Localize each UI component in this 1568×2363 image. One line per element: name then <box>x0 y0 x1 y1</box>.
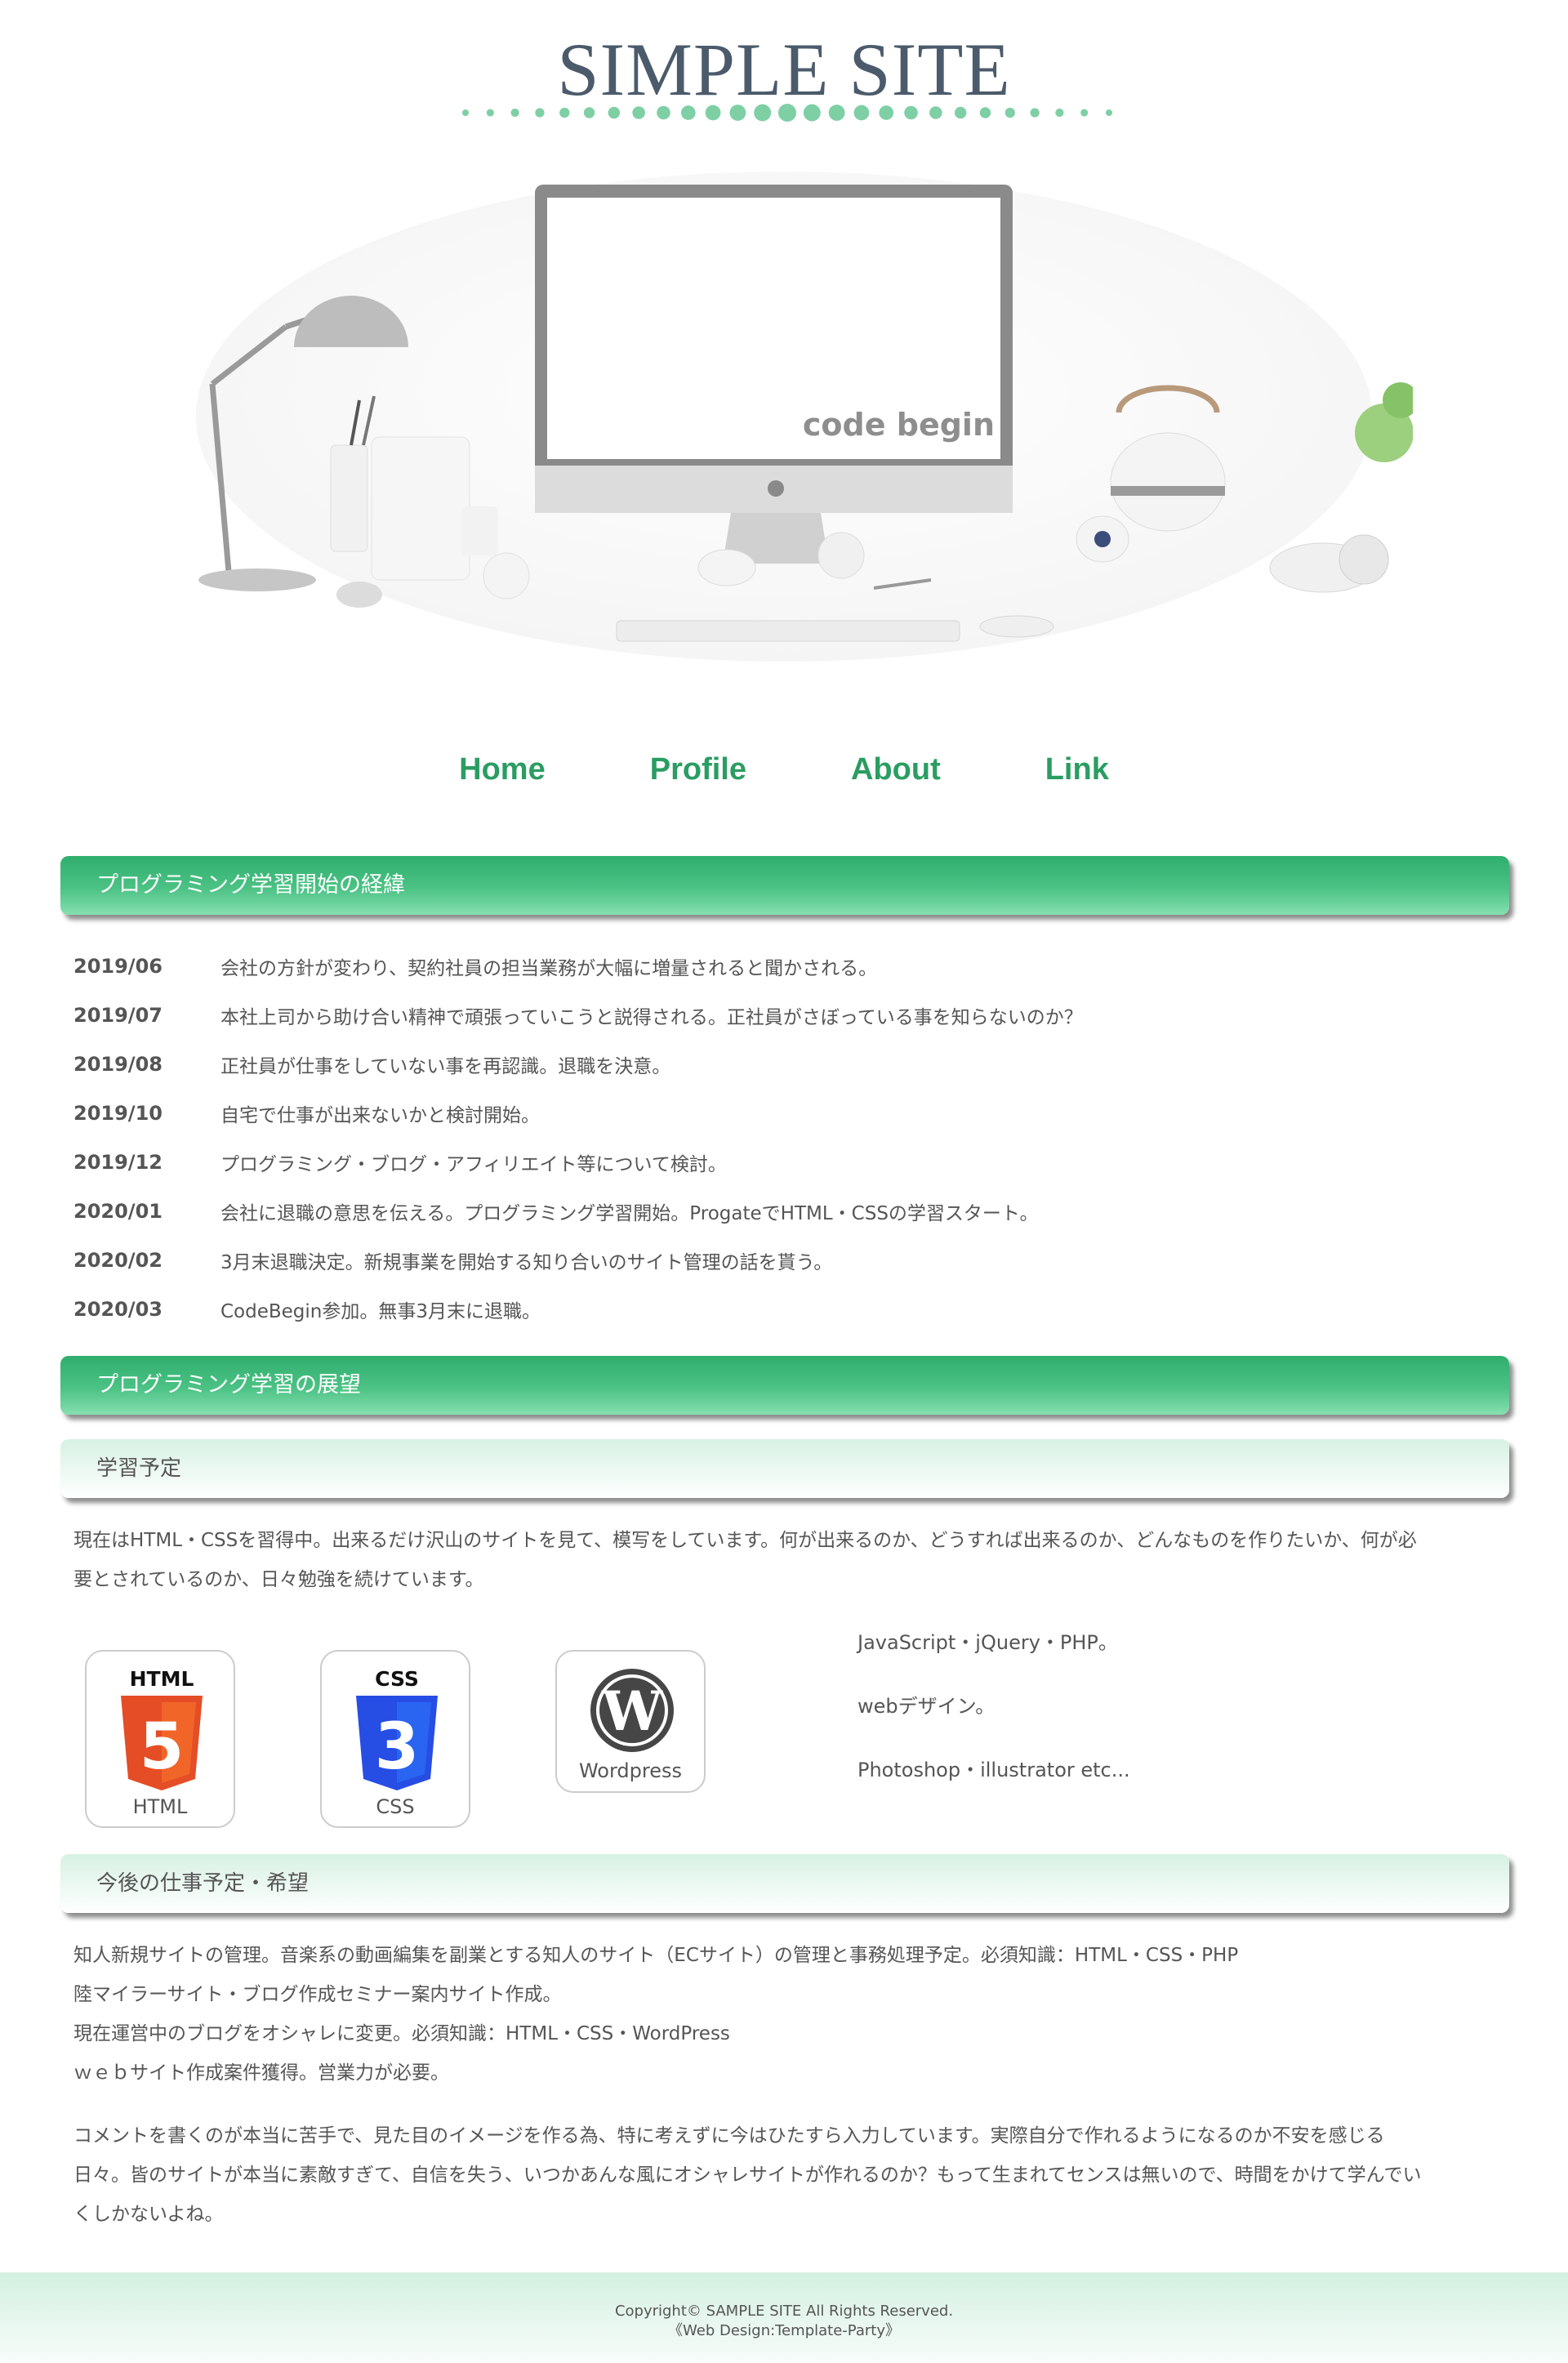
divider-dot <box>462 109 469 116</box>
site-footer: Copyright© SAMPLE SITE All Rights Reserv… <box>0 2272 1568 2363</box>
divider-dot <box>1004 107 1015 118</box>
outlook-section-heading: プログラミング学習の展望 <box>60 1356 1509 1415</box>
comment-line: くしかないよね。 <box>74 2204 224 2225</box>
title-dots-divider <box>462 104 1112 122</box>
hero-image: code begin <box>163 155 1413 678</box>
divider-dot <box>979 107 991 118</box>
divider-dot <box>705 105 721 121</box>
history-text: 本社上司から助け合い精神で頑張っていこうと説得される。正社員がさぼっている事を知… <box>220 1007 1083 1028</box>
work-plan-line: 現在運営中のブログをオシャレに変更。必須知識：HTML・CSS・WordPres… <box>74 2023 730 2044</box>
history-date: 2020/03 <box>74 1298 163 1321</box>
css-skill-card: CSS 3 CSS <box>320 1650 470 1828</box>
divider-dot <box>510 108 519 118</box>
divider-dot <box>608 106 621 119</box>
css-skill-label: CSS <box>376 1795 415 1818</box>
history-row: 2019/07 本社上司から助け合い精神で頑張っていこうと説得される。正社員がさ… <box>74 991 1494 1040</box>
divider-dot <box>657 105 670 120</box>
design-credit-text: 《Web Design:Template-Party》 <box>668 2322 900 2339</box>
study-topics-list: JavaScript・jQuery・PHP。 webデザイン。 Photosho… <box>858 1621 1429 1812</box>
comment-line: コメントを書くのが本当に苦手で、見た目のイメージを作る為、特に考えずに今はひたす… <box>74 2125 1385 2147</box>
main-nav: Home Profile About Link <box>0 745 1568 794</box>
divider-dot <box>1030 108 1040 118</box>
nav-profile-link[interactable]: Profile <box>650 745 746 794</box>
history-section-heading: プログラミング学習開始の経緯 <box>60 856 1509 915</box>
divider-dot <box>729 105 746 121</box>
study-text-line: 現在はHTML・CSSを習得中。出来るだけ沢山のサイトを見て、模写をしています。… <box>74 1530 1417 1551</box>
work-plan-heading: 今後の仕事予定・希望 <box>60 1854 1509 1913</box>
history-date: 2019/08 <box>74 1053 163 1076</box>
divider-dot <box>954 106 967 119</box>
html-badge-text: HTML <box>130 1667 194 1691</box>
work-plan-line: ｗｅｂサイト作成案件獲得。営業力が必要。 <box>74 2062 449 2084</box>
divider-dot <box>559 107 570 118</box>
divider-dot <box>754 104 772 122</box>
history-text: CodeBegin参加。無事3月末に退職。 <box>220 1301 541 1322</box>
study-topic-item: webデザイン。 <box>858 1695 996 1718</box>
history-date: 2019/10 <box>74 1102 163 1125</box>
divider-dot <box>879 105 894 120</box>
divider-dot <box>853 105 870 121</box>
history-row: 2020/02 3月末退職決定。新規事業を開始する知り合いのサイト管理の話を貰う… <box>74 1236 1494 1285</box>
wordpress-skill-card: W Wordpress <box>555 1650 706 1793</box>
divider-dot <box>680 105 696 120</box>
divider-dot <box>486 109 494 117</box>
monitor-screen-text: code begin <box>803 407 995 443</box>
nav-link-link[interactable]: Link <box>1045 745 1109 794</box>
html-skill-label: HTML <box>132 1795 188 1818</box>
html-skill-card: HTML 5 HTML <box>85 1650 235 1828</box>
wordpress-letter: W <box>601 1679 663 1743</box>
history-date: 2019/07 <box>74 1004 163 1027</box>
wordpress-icon: W <box>590 1669 674 1752</box>
nav-home-link[interactable]: Home <box>459 745 546 794</box>
history-row: 2019/06 会社の方針が変わり、契約社員の担当業務が大幅に増量されると聞かさ… <box>74 942 1494 991</box>
wordpress-skill-label: Wordpress <box>578 1759 683 1782</box>
study-topic-item: JavaScript・jQuery・PHP。 <box>858 1631 1118 1654</box>
history-row: 2020/01 会社に退職の意思を伝える。プログラミング学習開始。Progate… <box>74 1187 1494 1236</box>
divider-dot <box>535 108 545 118</box>
copyright-text: Copyright© SAMPLE SITE All Rights Reserv… <box>614 2303 954 2320</box>
html-version-text: 5 <box>140 1710 184 1784</box>
divider-dot <box>1055 108 1064 118</box>
css3-icon: CSS 3 <box>356 1667 438 1790</box>
history-row: 2019/10 自宅で仕事が出来ないかと検討開始。 <box>74 1089 1494 1138</box>
history-date: 2020/02 <box>74 1249 163 1272</box>
study-topic-item: Photoshop・illustrator etc... <box>858 1759 1130 1781</box>
history-row: 2019/12 プログラミング・ブログ・アフィリエイト等について検討。 <box>74 1138 1494 1187</box>
history-row: 2020/03 CodeBegin参加。無事3月末に退職。 <box>74 1285 1494 1334</box>
css-badge-text: CSS <box>375 1667 419 1691</box>
history-text: 会社の方針が変わり、契約社員の担当業務が大幅に増量されると聞かされる。 <box>220 958 878 979</box>
css-version-text: 3 <box>375 1710 419 1784</box>
study-plan-text: 現在はHTML・CSSを習得中。出来るだけ沢山のサイトを見て、模写をしています。… <box>74 1521 1511 1599</box>
comment-paragraph: コメントを書くのが本当に苦手で、見た目のイメージを作る為、特に考えずに今はひたす… <box>74 2116 1511 2234</box>
comment-line: 日々。皆のサイトが本当に素敵すぎて、自信を失う、いつかあんな風にオシャレサイトが… <box>74 2165 1422 2186</box>
study-text-line: 要とされているのか、日々勉強を続けています。 <box>74 1569 484 1590</box>
history-text: プログラミング・ブログ・アフィリエイト等について検討。 <box>220 1154 727 1175</box>
nav-about-link[interactable]: About <box>851 745 941 794</box>
divider-dot <box>1106 109 1112 116</box>
divider-dot <box>803 104 821 122</box>
work-plan-line: 陸マイラーサイト・ブログ作成セミナー案内サイト作成。 <box>74 1984 562 2005</box>
history-date: 2020/01 <box>74 1200 163 1223</box>
divider-dot <box>1080 109 1089 117</box>
history-date: 2019/06 <box>74 955 163 978</box>
divider-dot <box>929 106 942 119</box>
divider-dot <box>828 105 845 121</box>
work-plan-line: 知人新規サイトの管理。音楽系の動画編集を副業とする知人のサイト（ECサイト）の管… <box>74 1945 1239 1966</box>
history-list: 2019/06 会社の方針が変わり、契約社員の担当業務が大幅に増量されると聞かさ… <box>74 942 1494 1334</box>
html5-icon: HTML 5 <box>121 1667 203 1790</box>
study-plan-heading: 学習予定 <box>60 1439 1509 1498</box>
history-text: 自宅で仕事が出来ないかと検討開始。 <box>220 1105 540 1126</box>
history-text: 3月末退職決定。新規事業を開始する知り合いのサイト管理の話を貰う。 <box>220 1252 833 1273</box>
divider-dot <box>904 105 918 120</box>
work-plan-list: 知人新規サイトの管理。音楽系の動画編集を副業とする知人のサイト（ECサイト）の管… <box>74 1936 1511 2093</box>
divider-dot <box>583 107 595 118</box>
history-row: 2019/08 正社員が仕事をしていない事を再認識。退職を決意。 <box>74 1040 1494 1089</box>
history-text: 正社員が仕事をしていない事を再認識。退職を決意。 <box>220 1056 671 1077</box>
divider-dot <box>632 106 645 119</box>
history-date: 2019/12 <box>74 1151 163 1174</box>
divider-dot <box>778 104 796 122</box>
history-text: 会社に退職の意思を伝える。プログラミング学習開始。ProgateでHTML・CS… <box>220 1203 1039 1224</box>
